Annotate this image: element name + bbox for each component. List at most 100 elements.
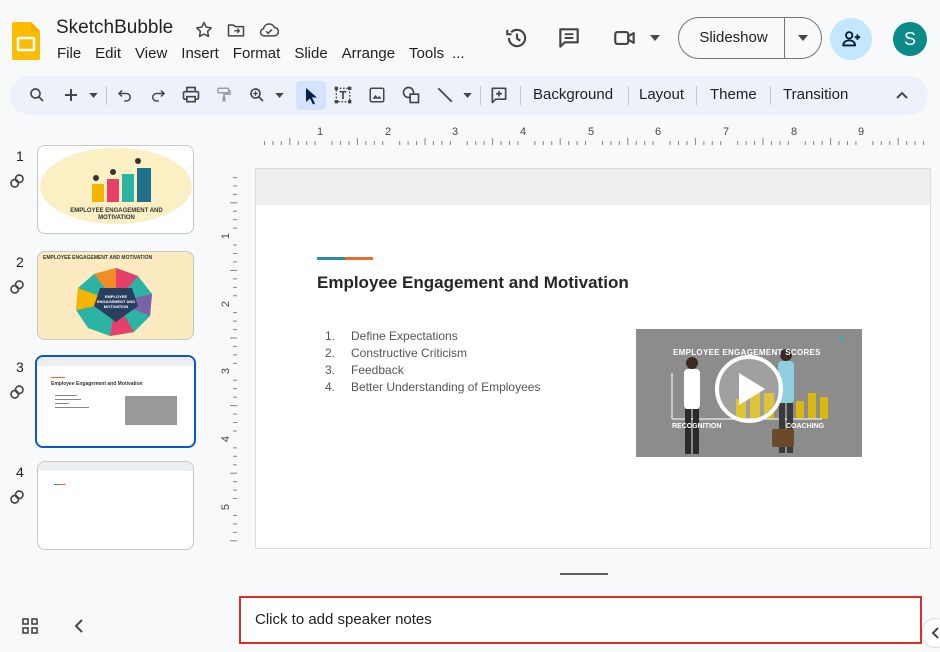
ruler-label: 7 (723, 126, 730, 138)
slide-thumbnail-1[interactable]: EMPLOYEE ENGAGEMENT AND MOTIVATION (37, 145, 194, 234)
collapse-toolbar-icon[interactable] (892, 83, 912, 107)
slide-number: 4 (16, 464, 24, 480)
print-icon[interactable] (180, 83, 202, 107)
slides-logo[interactable] (12, 22, 40, 60)
new-slide-icon[interactable] (61, 83, 81, 107)
toolbar: Background Layout Theme Transition (10, 76, 928, 115)
slide-number: 3 (16, 359, 24, 375)
chevron-down-icon (650, 35, 660, 41)
share-button[interactable] (830, 18, 872, 60)
title-accent-orange (345, 257, 373, 260)
menu-slide[interactable]: Slide (294, 45, 327, 62)
menu-insert[interactable]: Insert (181, 45, 219, 62)
ruler-label: 8 (791, 126, 798, 138)
shape-icon[interactable] (400, 83, 422, 107)
notes-resize-handle[interactable] (560, 573, 608, 575)
transition-button[interactable]: Transition (783, 86, 848, 103)
thumbnail-caption: Employee Engagement and Motivation (51, 381, 143, 387)
grid-view-icon[interactable] (22, 618, 38, 634)
list-item: 4. Better Understanding of Employees (325, 380, 541, 394)
menu-tools[interactable]: Tools (409, 45, 444, 62)
title-accent-teal (317, 257, 345, 260)
ruler-label: 2 (385, 126, 392, 138)
vertical-ruler[interactable]: 1 2 3 4 5 (220, 168, 238, 548)
speaker-notes-box[interactable]: Click to add speaker notes (239, 596, 922, 644)
thumbnail-center-label: EMPLOYEE ENGAGEMENT AND MOTIVATION (96, 294, 136, 309)
menu-format[interactable]: Format (233, 45, 281, 62)
ruler-label: 5 (220, 503, 233, 511)
collapse-filmstrip-icon[interactable] (74, 618, 84, 634)
ruler-label: 4 (220, 435, 233, 443)
video-bottom-label: RECOGNITION (672, 423, 722, 430)
redo-icon[interactable] (147, 83, 169, 107)
list-item: 3. Feedback (325, 363, 404, 377)
link-icon[interactable] (8, 278, 26, 296)
ruler-label: 4 (520, 126, 527, 138)
menu-view[interactable]: View (135, 45, 167, 62)
link-icon[interactable] (8, 488, 26, 506)
menu-more[interactable]: ... (452, 45, 465, 62)
slide-number: 1 (16, 148, 24, 164)
chevron-down-icon[interactable] (272, 83, 286, 107)
video-camera-icon (614, 30, 635, 46)
layout-button[interactable]: Layout (639, 86, 684, 103)
search-menus-icon[interactable] (27, 83, 47, 107)
slide-title[interactable]: Employee Engagement and Motivation (317, 273, 629, 293)
chevron-down-icon (798, 35, 808, 41)
select-tool-icon[interactable] (296, 81, 326, 110)
ruler-label: 5 (588, 126, 595, 138)
undo-icon[interactable] (114, 83, 136, 107)
speaker-notes-placeholder: Click to add speaker notes (255, 611, 432, 628)
ruler-label: 9 (858, 126, 865, 138)
move-folder-icon[interactable] (226, 20, 246, 40)
zoom-icon[interactable] (246, 83, 268, 107)
horizontal-ruler[interactable]: 1 2 3 4 5 6 7 8 9 (255, 126, 931, 146)
slideshow-options-button[interactable] (785, 35, 821, 41)
ruler-label: 1 (317, 126, 324, 138)
star-icon[interactable] (194, 20, 214, 40)
paint-format-icon[interactable] (213, 83, 235, 107)
menu-edit[interactable]: Edit (95, 45, 121, 62)
theme-button[interactable]: Theme (710, 86, 757, 103)
slide-bullet-list[interactable]: 1. Define Expectations 2. Constructive Cri… (325, 328, 540, 396)
slide-canvas[interactable]: Employee Engagement and Motivation 1. Def… (255, 168, 931, 549)
add-person-icon (842, 31, 861, 47)
chevron-down-icon[interactable] (460, 83, 474, 107)
slide-thumbnail-3[interactable]: Employee Engagement and Motivation (35, 355, 196, 448)
embedded-video[interactable]: EMPLOYEE ENGAGEMENT SCORES RECOGNITION C… (636, 329, 862, 457)
slide-number: 2 (16, 254, 24, 270)
ruler-label: 6 (655, 126, 662, 138)
ruler-label: 1 (220, 232, 233, 240)
expand-side-panel-button[interactable] (922, 618, 940, 648)
video-bottom-label: COACHING (786, 423, 825, 430)
thumbnail-caption: EMPLOYEE ENGAGEMENT AND MOTIVATION (43, 255, 153, 261)
comments-icon[interactable] (556, 25, 582, 51)
menu-arrange[interactable]: Arrange (342, 45, 395, 62)
cloud-saved-icon[interactable] (258, 20, 280, 40)
add-comment-icon[interactable] (488, 83, 510, 107)
slide-header-band (256, 169, 930, 205)
meet-button[interactable] (612, 25, 660, 51)
ruler-label: 3 (452, 126, 459, 138)
chevron-down-icon[interactable] (86, 83, 100, 107)
account-avatar[interactable]: S (893, 22, 927, 56)
link-icon[interactable] (8, 383, 26, 401)
document-title[interactable]: SketchBubble (56, 17, 173, 39)
insert-image-icon[interactable] (366, 83, 388, 107)
list-item: 2. Constructive Criticism (325, 346, 468, 360)
line-icon[interactable] (434, 83, 456, 107)
text-box-icon[interactable] (332, 83, 354, 107)
version-history-icon[interactable] (504, 25, 530, 51)
background-button[interactable]: Background (533, 86, 613, 103)
slideshow-button[interactable]: Slideshow (679, 18, 785, 58)
video-overlay-text: EMPLOYEE ENGAGEMENT SCORES (673, 348, 821, 357)
slideshow-button-group: Slideshow (678, 17, 822, 59)
slide-thumbnail-2[interactable]: EMPLOYEE ENGAGEMENT AND MOTIVATION EMPLO… (37, 251, 194, 340)
menu-bar: File Edit View Insert Format Slide Arran… (57, 45, 479, 62)
link-icon[interactable] (8, 172, 26, 190)
menu-file[interactable]: File (57, 45, 81, 62)
ruler-label: 3 (220, 367, 233, 375)
slide-thumbnail-4[interactable] (37, 461, 194, 550)
ruler-label: 2 (220, 300, 233, 308)
chevron-left-icon (931, 627, 939, 639)
